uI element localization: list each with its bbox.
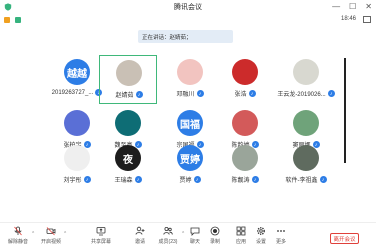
apps-icon: [236, 226, 246, 236]
participant-name-row: 邓融川 ♪: [161, 89, 219, 98]
participant-tile[interactable]: 夜王瑞森 ♪: [99, 141, 157, 190]
maximize-icon[interactable]: ☐: [349, 2, 356, 11]
participant-tile[interactable]: 贾婷 贾婷 ♪: [161, 141, 219, 190]
title-bar: 腾讯会议 — ☐ ✕: [0, 0, 376, 14]
participant-tile[interactable]: 越越 2019263727_... ♪: [48, 55, 106, 104]
settings-label: 设置: [255, 239, 266, 245]
participant-tile[interactable]: 邓融川 ♪: [161, 55, 219, 104]
mute-label: 解除静音: [7, 239, 28, 245]
avatar: [177, 59, 203, 85]
more-label: 更多: [275, 239, 286, 245]
meeting-time: 18:46: [340, 16, 356, 22]
video-label: 开启视频: [40, 239, 61, 245]
camera-off-icon: [46, 227, 56, 236]
avatar: 国福: [177, 110, 203, 136]
leave-meeting-button[interactable]: 离开会议: [330, 233, 359, 244]
microphone-icon: ♪: [193, 176, 201, 183]
participant-tile[interactable]: 陈靓涛 ♪: [216, 141, 274, 190]
participant-tile[interactable]: 张浩 ♪: [216, 55, 274, 104]
microphone-icon: ♪: [327, 90, 335, 97]
avatar: [293, 59, 319, 85]
chat-label: 聊天: [189, 239, 200, 245]
participant-name-row: 赵婧茹 ♪: [100, 90, 158, 99]
participant-name: 张浩: [234, 92, 247, 98]
participant-tile[interactable]: 赵婧茹 ♪: [99, 55, 157, 104]
participant-name-row: 软件-李祖鑫 ♪: [277, 175, 335, 184]
microphone-icon: ♪: [83, 176, 91, 183]
avatar: [64, 145, 90, 171]
minimize-icon[interactable]: —: [332, 2, 340, 11]
avatar: [64, 110, 90, 136]
record-icon: [210, 226, 220, 236]
avatar: 越越: [64, 59, 90, 85]
microphone-icon: ♪: [196, 90, 204, 97]
chat-icon: [190, 227, 200, 236]
share-screen-label: 共享屏幕: [90, 239, 111, 245]
avatar: [232, 110, 258, 136]
participant-name-row: 王瑞森 ♪: [99, 175, 157, 184]
scrollbar[interactable]: [344, 58, 346, 163]
members-button[interactable]: 成员(23): [153, 225, 183, 249]
participant-name-row: 张浩 ♪: [216, 89, 274, 98]
info-bar: 18:46: [0, 14, 376, 26]
layout-icon[interactable]: [363, 16, 371, 23]
record-label: 录制: [209, 239, 220, 245]
video-button[interactable]: 开启视频: [36, 225, 66, 249]
participant-name-row: 刘宇彤 ♪: [48, 175, 106, 184]
invite-button[interactable]: 邀请: [125, 225, 155, 249]
mute-button[interactable]: 解除静音: [3, 225, 33, 249]
members-label: 成员(23): [158, 239, 178, 245]
participant-name: 陈靓涛: [231, 178, 250, 184]
close-icon[interactable]: ✕: [365, 2, 372, 11]
participant-name: 王瑞森: [114, 178, 133, 184]
avatar: [115, 110, 141, 136]
apps-label: 应用: [235, 239, 246, 245]
participant-tile[interactable]: 软件-李祖鑫 ♪: [277, 141, 335, 190]
participant-name: 赵婧茹: [115, 93, 134, 99]
participant-tile[interactable]: 刘宇彤 ♪: [48, 141, 106, 190]
avatar: [293, 110, 319, 136]
microphone-icon: ♪: [135, 91, 143, 98]
mute-options-icon[interactable]: ⌃: [31, 231, 35, 237]
participant-name: 贾婷: [179, 178, 192, 184]
members-icon: [163, 226, 173, 235]
avatar: [116, 60, 142, 86]
microphone-icon: ♪: [251, 176, 259, 183]
microphone-icon: ♪: [319, 176, 327, 183]
gear-icon: [257, 227, 265, 235]
meeting-toolbar: 解除静音 ⌃ 开启视频 ⌃ 共享屏幕 邀请 成员(23) ⌃ 聊天 录制 应用 …: [0, 222, 376, 250]
participant-name: 刘宇彤: [63, 178, 82, 184]
participant-name-row: 陈靓涛 ♪: [216, 175, 274, 184]
window-title: 腾讯会议: [174, 4, 202, 11]
participant-tile[interactable]: 王云龙-2019026... ♪: [277, 55, 335, 104]
status-icons: [4, 17, 21, 23]
participant-name-row: 贾婷 ♪: [161, 175, 219, 184]
video-options-icon[interactable]: ⌃: [63, 231, 67, 237]
share-screen-icon: [96, 227, 106, 236]
add-user-icon: [135, 226, 145, 235]
microphone-off-icon: [14, 226, 22, 236]
invite-label: 邀请: [134, 239, 145, 245]
avatar: [232, 145, 258, 171]
participant-name: 王云龙-2019026...: [277, 92, 326, 98]
microphone-icon: ♪: [248, 90, 256, 97]
window-controls: — ☐ ✕: [332, 2, 372, 11]
participant-name-row: 2019263727_... ♪: [48, 89, 106, 96]
participant-name-row: 王云龙-2019026... ♪: [277, 89, 335, 98]
signal-icon[interactable]: [15, 17, 21, 23]
participant-name: 邓融川: [176, 92, 195, 98]
microphone-icon: ♪: [134, 176, 142, 183]
avatar: [232, 59, 258, 85]
info-icon[interactable]: [4, 17, 10, 23]
shield-icon: [4, 3, 12, 11]
participant-name: 2019263727_...: [51, 89, 94, 96]
more-button[interactable]: 更多: [266, 225, 296, 249]
avatar: 夜: [115, 145, 141, 171]
share-screen-button[interactable]: 共享屏幕: [86, 225, 116, 249]
participant-name: 软件-李祖鑫: [285, 178, 318, 184]
avatar: 贾婷: [177, 145, 203, 171]
avatar: [293, 145, 319, 171]
speaking-banner: 正在讲话：赵婧茹；: [138, 30, 233, 43]
more-icon: [277, 230, 285, 232]
